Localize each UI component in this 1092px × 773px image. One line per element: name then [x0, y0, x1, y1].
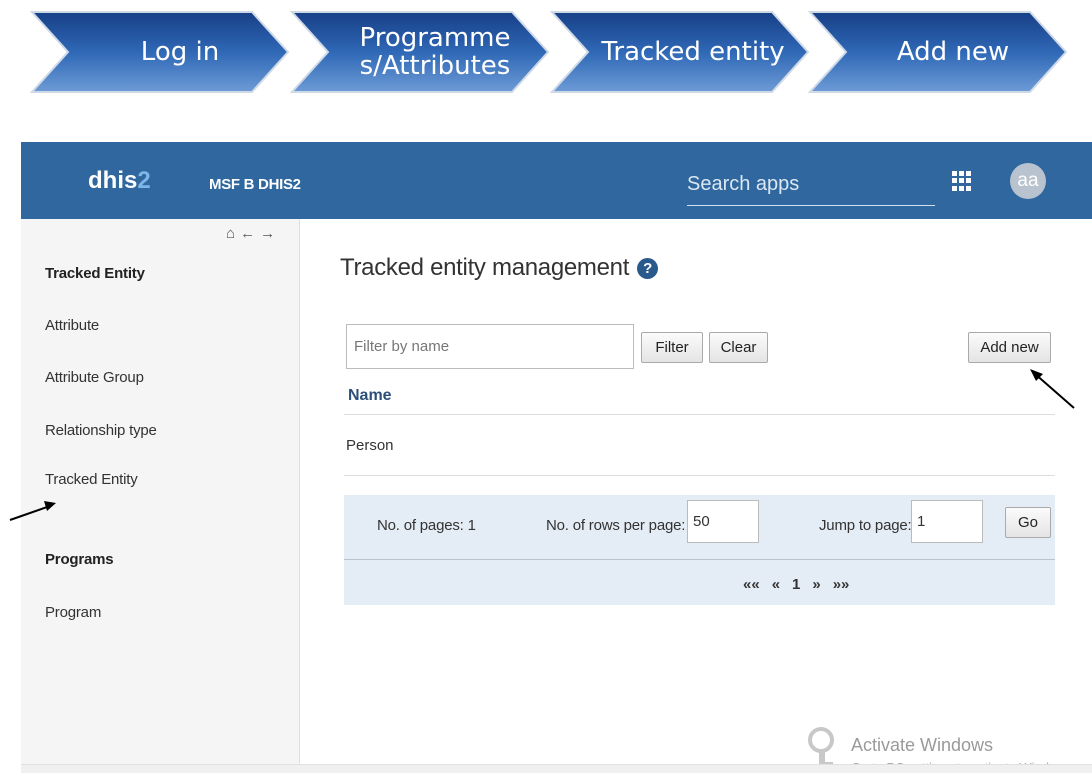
- activate-windows-title: Activate Windows: [851, 735, 994, 755]
- logo-text: dhis: [88, 167, 138, 194]
- filter-by-name-input[interactable]: [346, 324, 634, 369]
- step-label-add-new: Add new: [896, 37, 1010, 67]
- grid-dot: [966, 171, 971, 176]
- process-steps: Log in Programme s/Attributes Tracked en…: [0, 0, 1092, 120]
- forward-arrow-icon[interactable]: →: [260, 225, 275, 242]
- user-avatar[interactable]: aa: [1010, 163, 1046, 199]
- current-page-link[interactable]: 1: [792, 576, 800, 593]
- rows-per-page-input[interactable]: [687, 500, 759, 543]
- table-row-divider: [344, 475, 1055, 476]
- app-header: dhis2 MSF B DHIS2 aa: [21, 142, 1092, 219]
- column-header-name[interactable]: Name: [348, 387, 392, 405]
- logo-number: 2: [137, 167, 151, 194]
- grid-dot: [966, 185, 971, 191]
- pages-count-label: No. of pages: 1: [377, 517, 476, 534]
- page-links: «« « 1 » »»: [743, 576, 849, 593]
- clear-button[interactable]: Clear: [709, 332, 768, 363]
- grid-dot: [952, 171, 957, 176]
- instance-name: MSF B DHIS2: [209, 176, 301, 193]
- next-page-link[interactable]: »: [812, 576, 820, 593]
- sidebar-heading-tracked-entity: Tracked Entity: [45, 265, 145, 282]
- annotation-arrow-add-new: [1030, 369, 1075, 409]
- sidebar-item-attribute[interactable]: Attribute: [45, 317, 99, 334]
- go-button[interactable]: Go: [1005, 507, 1051, 538]
- step-label-login: Log in: [140, 37, 220, 67]
- table-row[interactable]: Person: [346, 437, 394, 454]
- sidebar-item-program[interactable]: Program: [45, 604, 101, 621]
- sidebar-nav-icons: ⌂ ← →: [226, 225, 275, 242]
- grid-icon[interactable]: [952, 171, 972, 191]
- step-label-programmes-line-2: s/Attributes: [359, 51, 511, 81]
- step-label-tracked-entity: Tracked entity: [601, 37, 785, 67]
- page-title: Tracked entity management ?: [340, 254, 659, 282]
- step-label-programmes: Programme s/Attributes: [330, 10, 540, 94]
- back-arrow-icon[interactable]: ←: [240, 225, 255, 242]
- annotation-arrow-tracked-entity: [9, 501, 56, 521]
- pagination-panel: No. of pages: 1 No. of rows per page: Ju…: [344, 495, 1055, 605]
- sidebar-heading-programs: Programs: [45, 551, 114, 568]
- grid-dot: [959, 171, 964, 176]
- sidebar-item-relationship-type[interactable]: Relationship type: [45, 422, 157, 439]
- last-page-link[interactable]: »»: [833, 576, 850, 593]
- grid-dot: [966, 178, 971, 184]
- first-page-link[interactable]: ««: [743, 576, 760, 593]
- table-header-divider: [344, 414, 1055, 415]
- rows-per-page-label: No. of rows per page:: [546, 517, 686, 534]
- prev-page-link[interactable]: «: [772, 576, 780, 593]
- jump-to-page-label: Jump to page:: [819, 517, 912, 534]
- grid-dot: [952, 185, 957, 191]
- grid-dot: [959, 185, 964, 191]
- search-apps-input[interactable]: [687, 164, 935, 206]
- grid-dot: [959, 178, 964, 184]
- jump-to-page-input[interactable]: [911, 500, 983, 543]
- help-icon[interactable]: ?: [637, 257, 659, 279]
- grid-dot: [952, 178, 957, 184]
- add-new-button[interactable]: Add new: [968, 332, 1051, 363]
- sidebar-item-tracked-entity[interactable]: Tracked Entity: [45, 471, 138, 488]
- bottom-bar: [21, 764, 1092, 773]
- step-label-programmes-line-1: Programme: [359, 23, 511, 53]
- sidebar: ⌂ ← → Tracked Entity Attribute Attribute…: [21, 219, 300, 773]
- filter-button[interactable]: Filter: [641, 332, 703, 363]
- page-title-text: Tracked entity management: [340, 254, 630, 281]
- dhis2-logo[interactable]: dhis2: [88, 167, 151, 195]
- home-icon[interactable]: ⌂: [226, 225, 235, 242]
- sidebar-item-attribute-group[interactable]: Attribute Group: [45, 369, 144, 386]
- pager-divider: [344, 559, 1055, 560]
